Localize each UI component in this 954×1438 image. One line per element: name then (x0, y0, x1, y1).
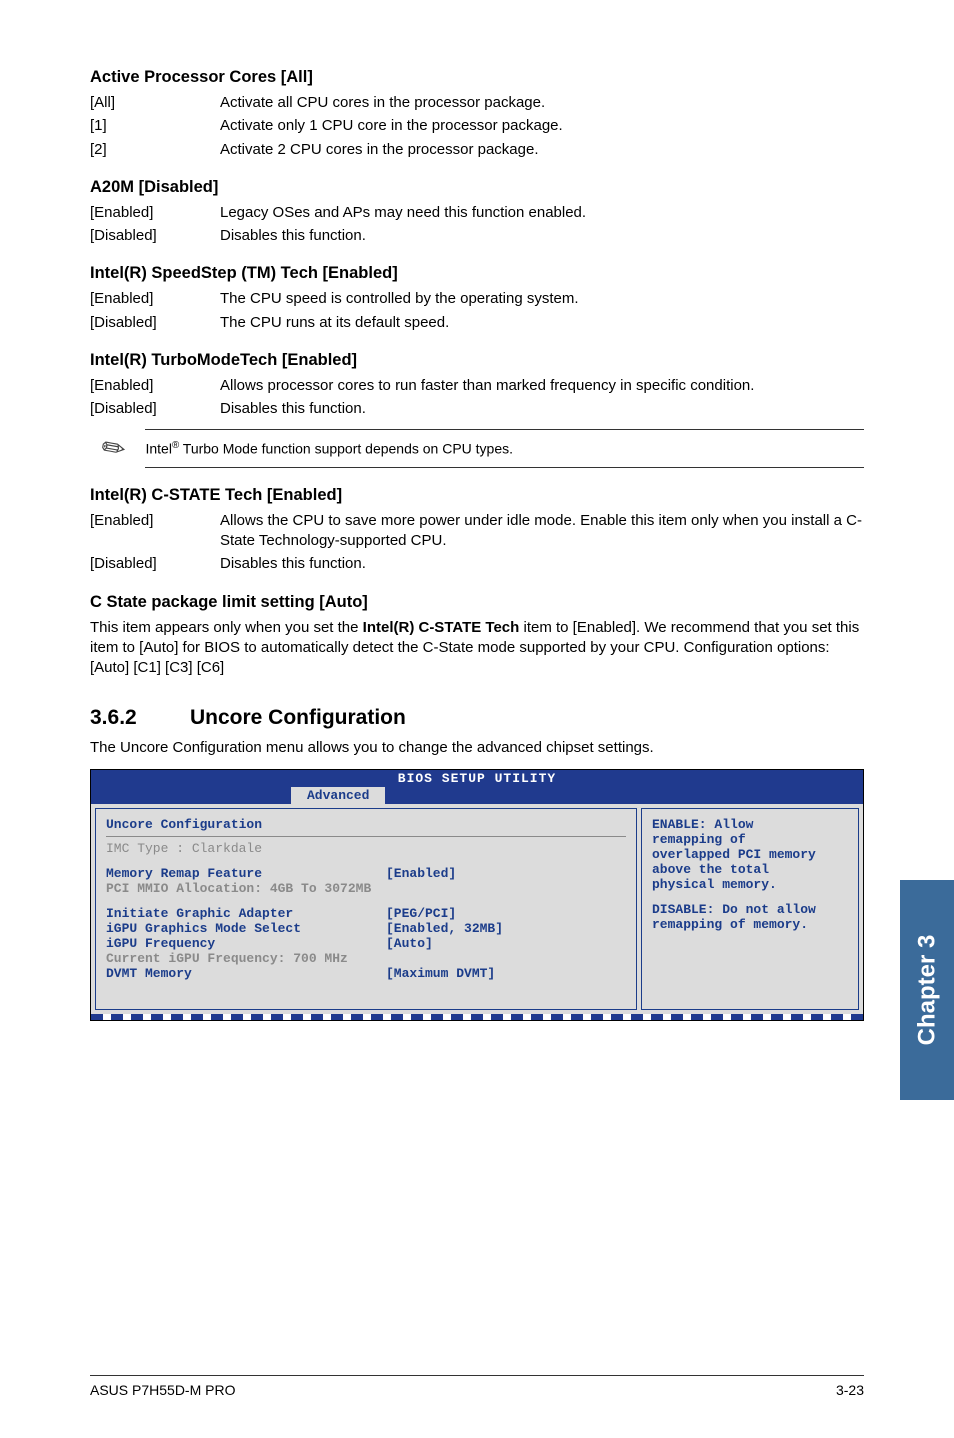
bios-tab-advanced: Advanced (291, 787, 385, 804)
def-term: [Disabled] (90, 399, 220, 419)
bios-cfg-title: Uncore Configuration (106, 817, 626, 832)
def-desc: Allows the CPU to save more power under … (220, 511, 864, 552)
heading-uncore: 3.6.2Uncore Configuration (90, 706, 864, 730)
heading-speedstep: Intel(R) SpeedStep (TM) Tech [Enabled] (90, 264, 864, 283)
bios-row-igpu-mode: iGPU Graphics Mode Select[Enabled, 32MB] (106, 921, 626, 936)
def-row: [All]Activate all CPU cores in the proce… (90, 93, 864, 113)
bios-row-igpu-freq: iGPU Frequency[Auto] (106, 936, 626, 951)
def-term: [2] (90, 140, 220, 160)
def-row: [1]Activate only 1 CPU core in the proce… (90, 116, 864, 136)
def-term: [Enabled] (90, 203, 220, 223)
bios-tabbar: Advanced (91, 787, 863, 804)
bios-titlebar: BIOS SETUP UTILITY (91, 770, 863, 787)
bios-body: Uncore Configuration IMC Type : Clarkdal… (91, 804, 863, 1014)
page-footer: ASUS P7H55D-M PRO 3-23 (90, 1375, 864, 1398)
bios-help-line: DISABLE: Do not allow (652, 902, 848, 917)
def-row: [Disabled]Disables this function. (90, 399, 864, 419)
bios-row-dvmt: DVMT Memory[Maximum DVMT] (106, 966, 626, 981)
bios-imc-type: IMC Type : Clarkdale (106, 836, 626, 856)
bios-help-line: overlapped PCI memory (652, 847, 848, 862)
def-desc: Disables this function. (220, 226, 864, 246)
bios-right-panel: ENABLE: Allow remapping of overlapped PC… (641, 808, 859, 1010)
def-desc: Legacy OSes and APs may need this functi… (220, 203, 864, 223)
def-desc: The CPU runs at its default speed. (220, 313, 864, 333)
note-text: Intel® Turbo Mode function support depen… (145, 429, 864, 468)
heading-active-cores: Active Processor Cores [All] (90, 68, 864, 87)
bios-row-initiate-graphic: Initiate Graphic Adapter[PEG/PCI] (106, 906, 626, 921)
bios-left-panel: Uncore Configuration IMC Type : Clarkdal… (95, 808, 637, 1010)
def-term: [1] (90, 116, 220, 136)
def-term: [Enabled] (90, 511, 220, 552)
bios-screenshot: BIOS SETUP UTILITY Advanced Uncore Confi… (90, 769, 864, 1021)
def-row: [Enabled]Legacy OSes and APs may need th… (90, 203, 864, 223)
def-desc: Activate all CPU cores in the processor … (220, 93, 864, 113)
def-row: [2]Activate 2 CPU cores in the processor… (90, 140, 864, 160)
def-term: [Enabled] (90, 289, 220, 309)
def-row: [Enabled]The CPU speed is controlled by … (90, 289, 864, 309)
heading-cstate: Intel(R) C-STATE Tech [Enabled] (90, 486, 864, 505)
pencil-icon: ✎ (95, 428, 133, 468)
bios-row-cur-freq: Current iGPU Frequency: 700 MHz (106, 951, 626, 966)
bios-bottom-border (91, 1014, 863, 1020)
def-term: [Disabled] (90, 226, 220, 246)
def-term: [Enabled] (90, 376, 220, 396)
def-row: [Disabled]Disables this function. (90, 226, 864, 246)
bios-help-line: ENABLE: Allow (652, 817, 848, 832)
page-content: Active Processor Cores [All] [All]Activa… (0, 0, 954, 1021)
note-block: ✎ Intel® Turbo Mode function support dep… (102, 429, 864, 468)
footer-right: 3-23 (836, 1382, 864, 1398)
heading-a20m: A20M [Disabled] (90, 178, 864, 197)
def-desc: Allows processor cores to run faster tha… (220, 376, 864, 396)
def-row: [Disabled]The CPU runs at its default sp… (90, 313, 864, 333)
bios-help-line: above the total (652, 862, 848, 877)
bios-row-memory-remap: Memory Remap Feature[Enabled] (106, 866, 626, 881)
bios-help-line: physical memory. (652, 877, 848, 892)
def-row: [Disabled]Disables this function. (90, 554, 864, 574)
footer-left: ASUS P7H55D-M PRO (90, 1382, 235, 1398)
def-term: [All] (90, 93, 220, 113)
def-row: [Enabled]Allows the CPU to save more pow… (90, 511, 864, 552)
def-row: [Enabled]Allows processor cores to run f… (90, 376, 864, 396)
heading-climit: C State package limit setting [Auto] (90, 593, 864, 612)
def-term: [Disabled] (90, 313, 220, 333)
def-term: [Disabled] (90, 554, 220, 574)
def-desc: Activate 2 CPU cores in the processor pa… (220, 140, 864, 160)
def-desc: Activate only 1 CPU core in the processo… (220, 116, 864, 136)
def-desc: Disables this function. (220, 554, 864, 574)
bios-help-line: remapping of memory. (652, 917, 848, 932)
uncore-intro: The Uncore Configuration menu allows you… (90, 738, 864, 758)
bios-help-line: remapping of (652, 832, 848, 847)
heading-turbo: Intel(R) TurboModeTech [Enabled] (90, 351, 864, 370)
bios-row-pci-mmio: PCI MMIO Allocation: 4GB To 3072MB (106, 881, 626, 896)
climit-body: This item appears only when you set the … (90, 618, 864, 679)
chapter-side-tab: Chapter 3 (900, 880, 954, 1100)
def-desc: The CPU speed is controlled by the opera… (220, 289, 864, 309)
def-desc: Disables this function. (220, 399, 864, 419)
